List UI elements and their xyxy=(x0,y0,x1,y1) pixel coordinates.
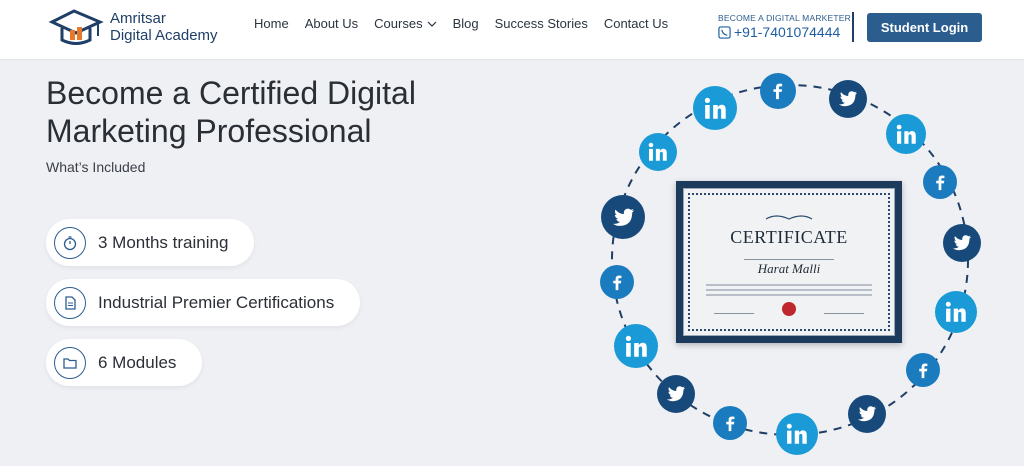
nav-blog[interactable]: Blog xyxy=(453,16,479,31)
twitter-icon[interactable] xyxy=(601,195,645,239)
twitter-icon[interactable] xyxy=(829,80,867,118)
certificate-name: Harat Malli xyxy=(757,261,821,276)
feature-modules: 6 Modules xyxy=(46,339,203,386)
linkedin-icon[interactable] xyxy=(614,324,658,368)
facebook-icon[interactable] xyxy=(906,353,940,387)
nav-courses[interactable]: Courses xyxy=(374,16,437,31)
feature-months-training: 3 Months training xyxy=(46,219,255,266)
site-header: Amritsar Digital Academy Home About Us C… xyxy=(0,0,1024,60)
twitter-icon[interactable] xyxy=(943,224,981,262)
flourish-icon xyxy=(765,215,813,220)
feature-label: 3 Months training xyxy=(98,232,229,252)
student-login-button[interactable]: Student Login xyxy=(867,13,982,42)
linkedin-icon[interactable] xyxy=(693,86,737,130)
nav-about-us[interactable]: About Us xyxy=(305,16,358,31)
linkedin-icon[interactable] xyxy=(886,114,926,154)
logo-text: Amritsar Digital Academy xyxy=(110,10,218,44)
linkedin-icon[interactable] xyxy=(776,413,818,455)
stopwatch-icon xyxy=(54,226,86,259)
facebook-icon[interactable] xyxy=(713,406,747,440)
chevron-down-icon xyxy=(427,21,437,27)
contact-block: BECOME A DIGITAL MARKETER +91-7401074444 xyxy=(718,13,851,40)
logo-line1: Amritsar xyxy=(110,10,166,27)
certificate-graphic: CERTIFICATE Harat Malli xyxy=(590,62,1010,466)
certificate-image: CERTIFICATE Harat Malli xyxy=(676,181,902,343)
folder-icon xyxy=(54,346,86,379)
logo[interactable]: Amritsar Digital Academy xyxy=(48,6,233,52)
nav-home[interactable]: Home xyxy=(254,16,289,31)
linkedin-icon[interactable] xyxy=(639,133,677,171)
feature-label: Industrial Premier Certifications xyxy=(98,292,335,312)
graduation-cap-icon xyxy=(48,9,104,45)
page-subtitle: What’s Included xyxy=(46,159,146,175)
feature-certifications: Industrial Premier Certifications xyxy=(46,279,361,326)
header-divider xyxy=(852,12,854,42)
nav-success-stories[interactable]: Success Stories xyxy=(495,16,588,31)
phone-icon xyxy=(718,25,731,39)
facebook-icon[interactable] xyxy=(923,165,957,199)
main-nav: Home About Us Courses Blog Success Stori… xyxy=(254,16,684,31)
page-title: Become a Certified Digital Marketing Pro… xyxy=(46,75,416,149)
nav-contact-us[interactable]: Contact Us xyxy=(604,16,668,31)
document-icon xyxy=(54,286,86,319)
twitter-icon[interactable] xyxy=(848,395,886,433)
logo-line2: Digital Academy xyxy=(110,27,218,44)
contact-phone[interactable]: +91-7401074444 xyxy=(718,24,846,40)
certificate-title: CERTIFICATE xyxy=(730,227,848,247)
contact-label: BECOME A DIGITAL MARKETER xyxy=(718,13,851,23)
seal-icon xyxy=(782,302,796,316)
feature-label: 6 Modules xyxy=(98,352,177,372)
facebook-icon[interactable] xyxy=(600,265,634,299)
facebook-icon[interactable] xyxy=(760,73,796,109)
linkedin-icon[interactable] xyxy=(935,291,977,333)
twitter-icon[interactable] xyxy=(657,375,695,413)
